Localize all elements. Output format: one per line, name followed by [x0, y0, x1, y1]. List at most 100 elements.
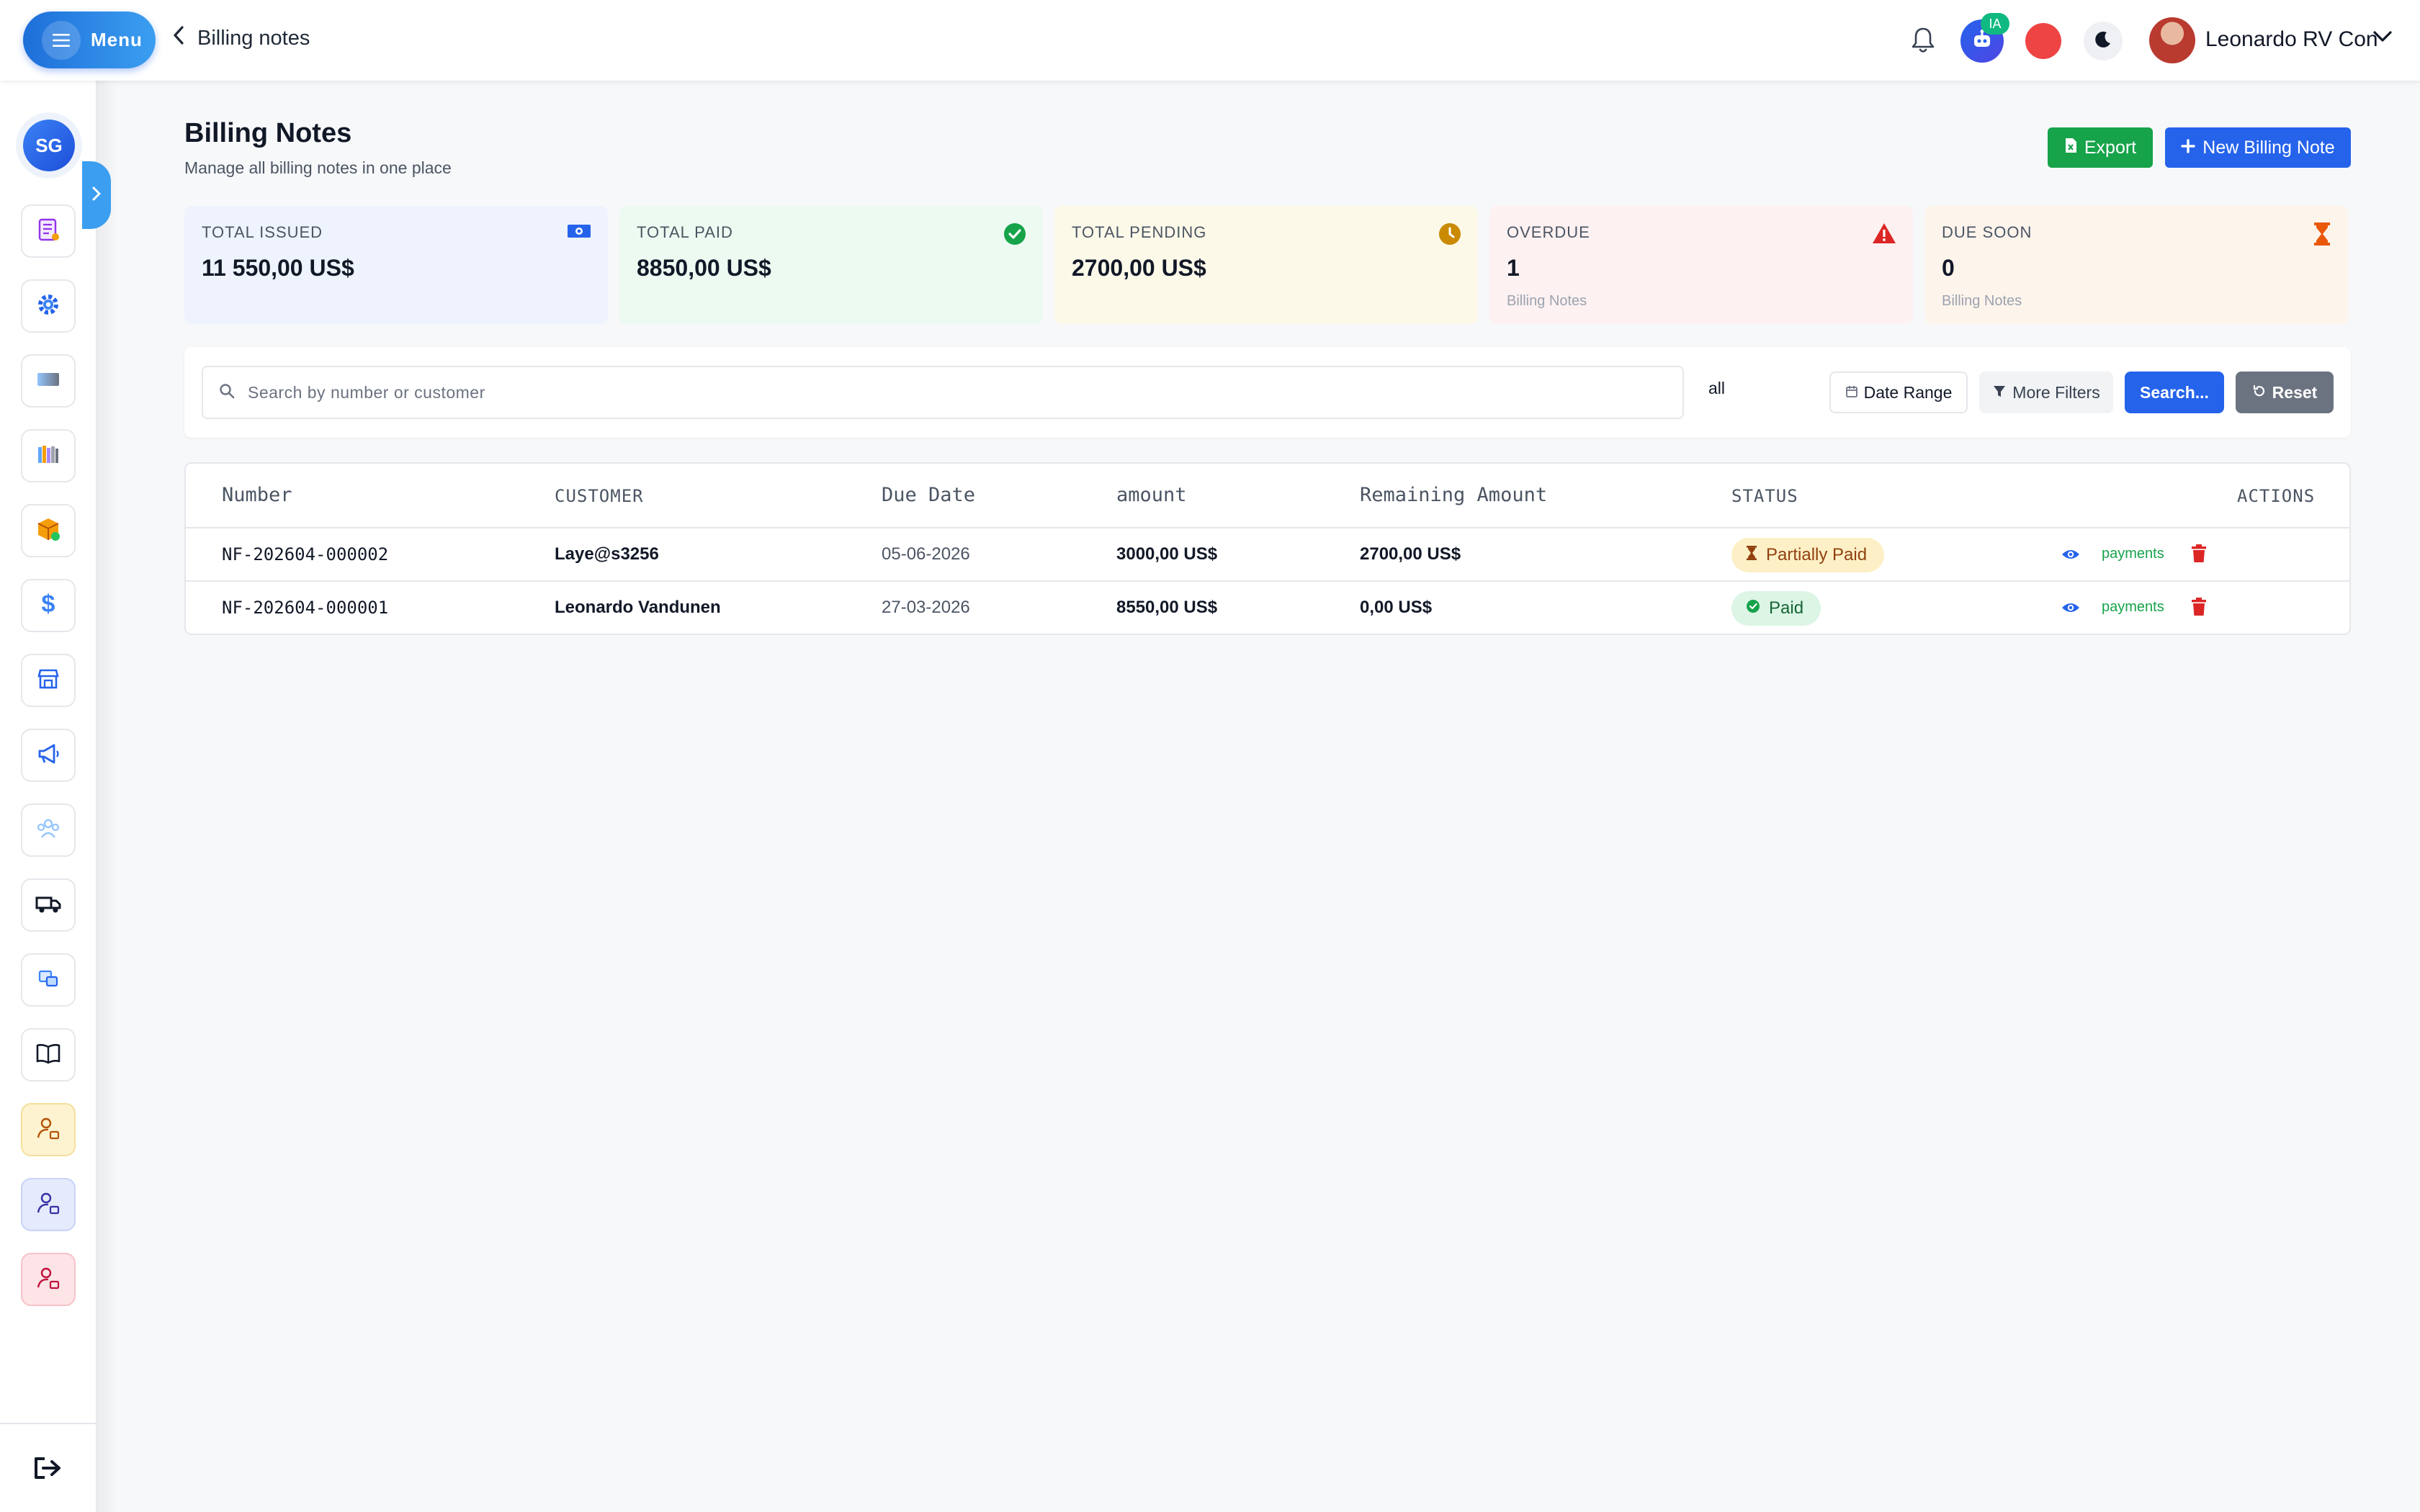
status-badge: Paid — [1731, 591, 1821, 626]
sidebar-item-user-yellow[interactable] — [21, 1103, 76, 1156]
sidebar-item-finance[interactable]: $ — [21, 579, 76, 632]
sidebar-item-fleet[interactable] — [21, 953, 76, 1007]
stat-value: 1 — [1507, 255, 1520, 281]
cell-due-date: 27-03-2026 — [882, 598, 970, 617]
scroll-document-icon — [34, 215, 63, 248]
stat-value: 0 — [1942, 255, 1955, 281]
dollar-icon: $ — [34, 590, 63, 622]
date-range-label: Date Range — [1863, 382, 1953, 402]
sidebar-item-products[interactable] — [21, 504, 76, 557]
status-label: Paid — [1769, 598, 1804, 618]
megaphone-icon — [34, 739, 63, 772]
stat-value: 8850,00 US$ — [637, 255, 771, 281]
breadcrumb-page: Billing notes — [197, 26, 310, 50]
sidebar-item-store[interactable] — [21, 654, 76, 707]
stat-label: TOTAL ISSUED — [202, 223, 323, 241]
status-badge: Partially Paid — [1731, 538, 1885, 572]
cell-remaining: 0,00 US$ — [1360, 598, 1433, 617]
stat-card-overdue: OVERDUE 1 Billing Notes — [1489, 206, 1913, 324]
export-button[interactable]: Export — [2048, 127, 2153, 168]
user-avatar[interactable] — [2149, 17, 2195, 63]
chevron-down-icon[interactable] — [2372, 30, 2393, 47]
top-bar: Menu Billing notes IA Leonardo RV Con — [0, 0, 2420, 81]
column-header-number[interactable]: Number — [222, 484, 292, 506]
clock-icon — [1438, 222, 1462, 250]
gear-icon — [34, 290, 63, 323]
sidebar-item-user-pink[interactable] — [21, 1253, 76, 1306]
sidebar-item-user-blue[interactable] — [21, 1178, 76, 1231]
dark-mode-toggle[interactable] — [2084, 22, 2123, 60]
cell-remaining: 2700,00 US$ — [1360, 544, 1461, 564]
user-lock-icon — [34, 1189, 63, 1221]
check-circle-icon — [1003, 222, 1027, 250]
cell-due-date: 05-06-2026 — [882, 544, 970, 564]
eye-icon[interactable] — [2061, 600, 2080, 618]
warning-icon — [1871, 222, 1897, 248]
reset-button[interactable]: Reset — [2236, 372, 2334, 413]
back-link[interactable]: Billing notes — [173, 26, 310, 50]
plus-icon — [2181, 138, 2202, 158]
trash-icon[interactable] — [2191, 544, 2207, 567]
date-range-button[interactable]: Date Range — [1829, 372, 1968, 413]
money-icon — [566, 222, 592, 244]
sidebar-item-documents[interactable] — [21, 204, 76, 258]
sidebar-item-docs[interactable] — [21, 1028, 76, 1081]
card-icon — [34, 365, 63, 397]
table-row[interactable]: NF-202604-000002 Laye@s3256 05-06-2026 3… — [186, 528, 2349, 582]
company-avatar[interactable]: SG — [23, 120, 75, 171]
sidebar-item-cards[interactable] — [21, 354, 76, 408]
search-button[interactable]: Search... — [2125, 372, 2224, 413]
stat-sub: Billing Notes — [1507, 293, 1587, 309]
package-icon — [34, 515, 63, 547]
eye-icon[interactable] — [2061, 547, 2080, 565]
hamburger-icon — [42, 20, 81, 60]
calendar-icon — [1845, 383, 1864, 402]
user-lock-icon — [34, 1114, 63, 1146]
column-header-due-date[interactable]: Due Date — [882, 484, 975, 506]
stat-card-total-issued: TOTAL ISSUED 11 550,00 US$ — [184, 206, 608, 324]
hourglass-icon — [2312, 222, 2332, 250]
logout-icon[interactable] — [32, 1454, 63, 1485]
status-filter-select[interactable]: all — [1708, 379, 1725, 398]
sidebar-item-delivery[interactable] — [21, 878, 76, 932]
cell-number: NF-202604-000002 — [222, 544, 389, 564]
column-header-amount[interactable]: amount — [1116, 484, 1187, 506]
store-icon — [34, 665, 63, 697]
reset-icon — [2252, 383, 2272, 402]
sidebar-item-settings[interactable] — [21, 279, 76, 333]
book-open-icon — [34, 1039, 63, 1071]
bell-icon[interactable] — [1910, 26, 1936, 58]
chevron-left-icon — [173, 26, 184, 50]
stat-label: OVERDUE — [1507, 223, 1590, 241]
payments-link[interactable]: payments — [2102, 546, 2164, 562]
search-icon — [219, 383, 235, 402]
cell-number: NF-202604-000001 — [222, 598, 389, 618]
status-label: Partially Paid — [1766, 545, 1868, 564]
table-row[interactable]: NF-202604-000001 Leonardo Vandunen 27-03… — [186, 582, 2349, 634]
sidebar-item-library[interactable] — [21, 429, 76, 482]
user-name[interactable]: Leonardo RV Con — [2205, 27, 2378, 52]
truck-icon — [34, 889, 63, 922]
payments-link[interactable]: payments — [2102, 599, 2164, 616]
stat-value: 2700,00 US$ — [1072, 255, 1206, 281]
column-header-customer[interactable]: CUSTOMER — [555, 486, 644, 506]
search-input[interactable] — [248, 382, 1616, 402]
sidebar-expand-button[interactable] — [82, 161, 111, 229]
column-header-actions: ACTIONS — [2237, 486, 2316, 506]
menu-button[interactable]: Menu — [23, 12, 156, 68]
new-billing-note-button[interactable]: New Billing Note — [2165, 127, 2351, 168]
sidebar-item-team[interactable] — [21, 804, 76, 857]
billing-notes-table: Number CUSTOMER Due Date amount Remainin… — [184, 462, 2351, 635]
more-filters-button[interactable]: More Filters — [1979, 372, 2113, 413]
column-header-status[interactable]: STATUS — [1731, 486, 1798, 506]
trash-icon[interactable] — [2191, 598, 2207, 620]
column-header-remaining[interactable]: Remaining Amount — [1360, 484, 1547, 506]
stat-card-due-soon: DUE SOON 0 Billing Notes — [1924, 206, 2348, 324]
search-box[interactable] — [202, 366, 1684, 419]
record-indicator[interactable] — [2025, 23, 2061, 59]
user-lock-icon — [34, 1264, 63, 1296]
reset-label: Reset — [2272, 382, 2318, 402]
stat-label: TOTAL PENDING — [1072, 223, 1207, 241]
filters-panel: all Date Range More Filters Search... Re… — [184, 347, 2351, 438]
sidebar-item-marketing[interactable] — [21, 729, 76, 782]
